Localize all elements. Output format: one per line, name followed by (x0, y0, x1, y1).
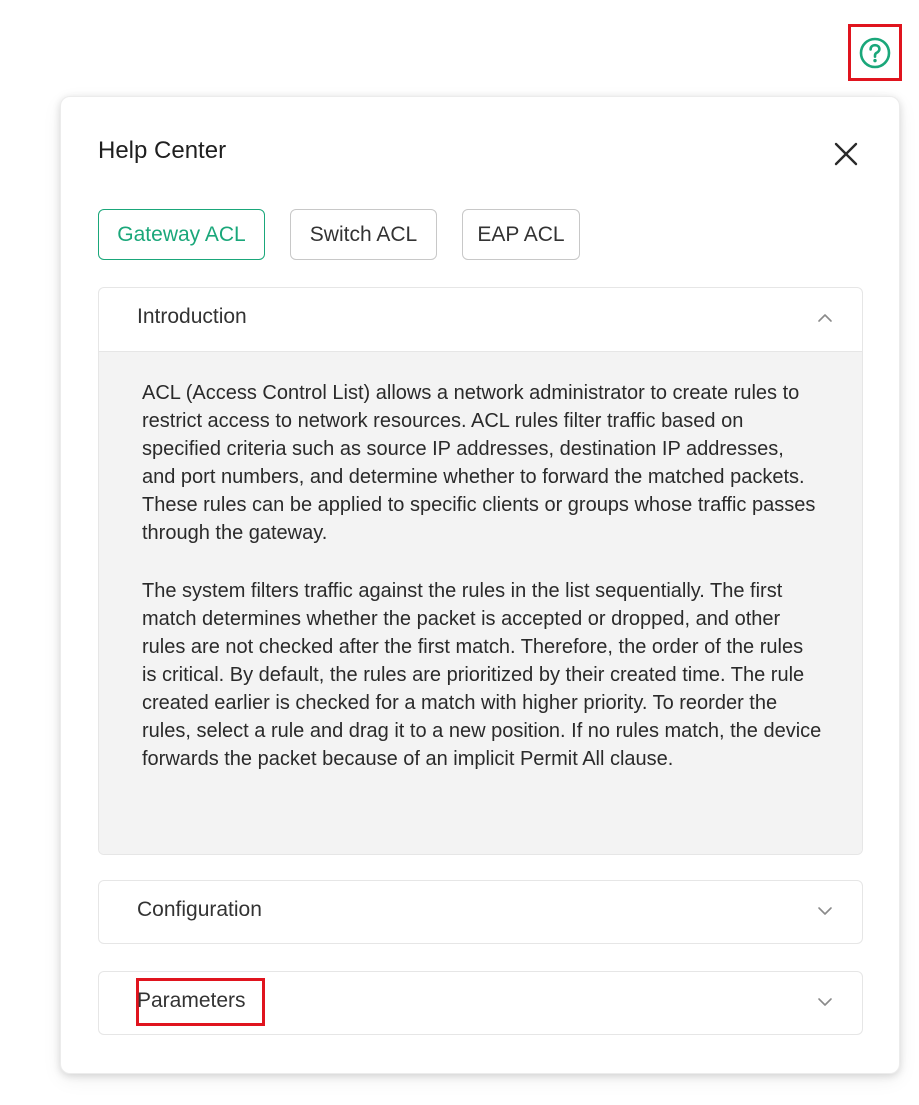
chevron-up-icon (817, 313, 833, 323)
help-center-panel: Help Center Gateway ACL Switch ACL EAP A… (60, 96, 900, 1074)
configuration-header[interactable]: Configuration (99, 881, 862, 944)
tab-switch-acl[interactable]: Switch ACL (290, 209, 437, 260)
configuration-label: Configuration (137, 898, 262, 921)
configuration-section: Configuration (98, 880, 863, 944)
parameters-section: Parameters (98, 971, 863, 1035)
introduction-content: ACL (Access Control List) allows a netwo… (99, 352, 862, 854)
introduction-label: Introduction (137, 305, 247, 328)
introduction-paragraph-2: The system filters traffic against the r… (142, 579, 822, 771)
parameters-header[interactable]: Parameters (99, 972, 862, 1035)
introduction-header[interactable]: Introduction (99, 288, 862, 352)
chevron-down-icon (817, 997, 833, 1007)
help-center-button[interactable] (848, 24, 902, 81)
tab-gateway-acl[interactable]: Gateway ACL (98, 209, 265, 260)
close-button[interactable] (833, 141, 859, 167)
tab-eap-acl[interactable]: EAP ACL (462, 209, 580, 260)
introduction-section: Introduction ACL (Access Control List) a… (98, 287, 863, 855)
introduction-paragraph-1: ACL (Access Control List) allows a netwo… (142, 382, 816, 545)
panel-title: Help Center (98, 137, 227, 164)
chevron-down-icon (817, 906, 833, 916)
acl-tabs: Gateway ACL Switch ACL EAP ACL (98, 209, 605, 260)
close-icon (834, 142, 858, 166)
parameters-label: Parameters (137, 989, 246, 1012)
question-circle-icon (859, 37, 891, 68)
